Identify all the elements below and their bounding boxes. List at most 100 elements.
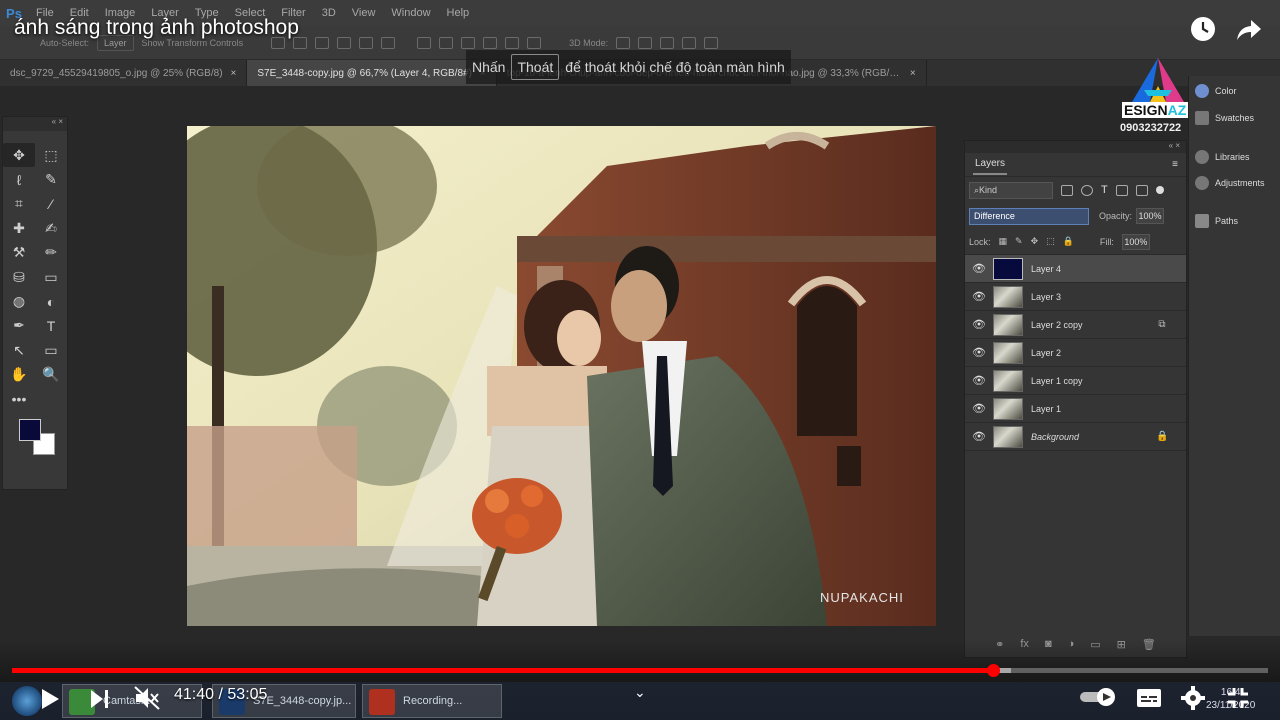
clone-stamp-icon[interactable]: ⚒ [3, 241, 35, 265]
hand-tool-icon[interactable]: ✋ [3, 363, 35, 387]
video-title[interactable]: ánh sáng trong ảnh photoshop [14, 16, 299, 40]
menu-window[interactable]: Window [383, 7, 438, 19]
panel-menu-icon[interactable]: ≡ [1172, 159, 1178, 170]
layer-row[interactable]: 👁 Layer 1 copy [965, 367, 1186, 395]
dodge-tool-icon[interactable]: ◐ [35, 289, 67, 313]
distribute-right-icon[interactable] [527, 36, 542, 49]
visibility-eye-icon[interactable]: 👁 [965, 346, 993, 359]
captions-icon[interactable] [1136, 688, 1162, 708]
next-icon[interactable] [90, 689, 110, 709]
progress-bar[interactable] [12, 664, 1268, 677]
side-item-adjustments[interactable]: Adjustments [1189, 172, 1280, 194]
distribute-center-icon[interactable] [505, 36, 520, 49]
more-tools-icon[interactable]: ••• [3, 387, 35, 411]
crop-tool-icon[interactable]: ⌗ [3, 192, 35, 216]
mute-icon[interactable] [134, 686, 160, 710]
move-tool-icon[interactable]: ✥ [3, 143, 35, 168]
3d-slide-icon[interactable] [682, 36, 697, 49]
eraser-tool-icon[interactable]: ⛁ [3, 265, 35, 289]
blend-mode-dropdown[interactable]: Difference [969, 207, 1089, 225]
tab-document-2[interactable]: S7E_3448-copy.jpg @ 66,7% (Layer 4, RGB/… [247, 60, 497, 86]
tab-layers[interactable]: Layers [973, 154, 1008, 175]
exit-fullscreen-button[interactable]: Thoát [511, 54, 560, 80]
settings-gear-icon[interactable] [1181, 686, 1205, 710]
menu-3d[interactable]: 3D [314, 7, 344, 19]
align-bottom-icon[interactable] [315, 36, 330, 49]
layer-row[interactable]: 👁 Layer 4 [965, 255, 1186, 283]
layer-name[interactable]: Layer 3 [1031, 292, 1156, 302]
layer-name[interactable]: Layer 1 [1031, 404, 1156, 414]
healing-brush-icon[interactable]: ✚ [3, 216, 35, 240]
watch-later-icon[interactable] [1190, 16, 1216, 42]
shape-filter-icon[interactable] [1115, 184, 1128, 196]
smart-object-filter-icon[interactable] [1135, 184, 1148, 196]
chevron-down-icon[interactable]: ⌄ [634, 684, 646, 701]
visibility-eye-icon[interactable]: 👁 [965, 402, 993, 415]
close-icon[interactable]: × [910, 68, 916, 79]
distribute-bottom-icon[interactable] [461, 36, 476, 49]
type-filter-icon[interactable]: T [1101, 184, 1108, 196]
swap-colors-icon[interactable] [35, 387, 67, 411]
fill-input[interactable]: 100% [1121, 233, 1150, 250]
opacity-input[interactable]: 100% [1136, 208, 1165, 224]
lock-all-icon[interactable]: 🔒 [1063, 236, 1074, 247]
layer-name[interactable]: Layer 2 copy [1031, 320, 1156, 330]
path-select-icon[interactable]: ↖ [3, 338, 35, 362]
visibility-eye-icon[interactable]: 👁 [965, 262, 993, 275]
distribute-top-icon[interactable] [417, 36, 432, 49]
3d-rotate-icon[interactable] [616, 36, 631, 49]
3d-scale-icon[interactable] [704, 36, 719, 49]
history-brush-icon[interactable]: ✏ [35, 241, 67, 265]
close-icon[interactable]: × [231, 68, 237, 79]
pixel-filter-icon[interactable] [1061, 184, 1073, 196]
blur-tool-icon[interactable]: ◍ [3, 289, 35, 313]
align-left-icon[interactable] [337, 36, 352, 49]
lock-transparent-icon[interactable]: ▦ [999, 236, 1008, 247]
foreground-color-swatch[interactable] [19, 419, 41, 441]
side-item-paths[interactable]: Paths [1189, 210, 1280, 232]
toolbox-header[interactable]: « × [3, 117, 67, 131]
layer-name[interactable]: Layer 2 [1031, 348, 1156, 358]
gradient-tool-icon[interactable]: ▭ [35, 265, 67, 289]
3d-roll-icon[interactable] [638, 36, 653, 49]
share-icon[interactable] [1236, 18, 1262, 42]
align-right-icon[interactable] [381, 36, 396, 49]
layers-panel-header[interactable]: « × [965, 141, 1186, 153]
rectangle-tool-icon[interactable]: ▭ [35, 338, 67, 362]
distribute-left-icon[interactable] [483, 36, 498, 49]
lasso-tool-icon[interactable]: ℓ [3, 167, 35, 191]
layer-row[interactable]: 👁 Layer 2 [965, 339, 1186, 367]
quick-select-tool-icon[interactable]: ✎ [35, 167, 67, 191]
adjustment-filter-icon[interactable] [1081, 184, 1093, 196]
side-item-libraries[interactable]: Libraries [1189, 146, 1280, 168]
play-icon[interactable] [40, 688, 60, 710]
type-tool-icon[interactable]: T [35, 314, 67, 338]
layer-name[interactable]: Layer 4 [1031, 264, 1156, 274]
exit-fullscreen-icon[interactable] [1226, 686, 1250, 710]
brush-tool-icon[interactable]: ✍ [35, 216, 67, 240]
visibility-eye-icon[interactable]: 👁 [965, 290, 993, 303]
pen-tool-icon[interactable]: ✒ [3, 314, 35, 338]
lock-artboard-icon[interactable]: ⬚ [1046, 236, 1055, 247]
layer-name[interactable]: Background [1031, 432, 1156, 442]
layer-row[interactable]: 👁 Background 🔒 [965, 423, 1186, 451]
menu-help[interactable]: Help [439, 7, 478, 19]
visibility-eye-icon[interactable]: 👁 [965, 374, 993, 387]
visibility-eye-icon[interactable]: 👁 [965, 430, 993, 443]
layer-name[interactable]: Layer 1 copy [1031, 376, 1156, 386]
3d-pan-icon[interactable] [660, 36, 675, 49]
layer-row[interactable]: 👁 Layer 1 [965, 395, 1186, 423]
autoplay-toggle-icon[interactable] [1080, 688, 1118, 706]
side-item-swatches[interactable]: Swatches [1189, 107, 1280, 129]
layer-row[interactable]: 👁 Layer 3 [965, 283, 1186, 311]
side-item-color[interactable]: Color [1189, 80, 1280, 102]
kind-filter-dropdown[interactable]: ⌕ Kind [969, 181, 1053, 199]
menu-view[interactable]: View [344, 7, 384, 19]
progress-scrubber[interactable] [986, 664, 1000, 677]
marquee-tool-icon[interactable]: ⬚ [35, 143, 67, 167]
canvas-image[interactable] [187, 126, 936, 626]
distribute-middle-icon[interactable] [439, 36, 454, 49]
layer-row[interactable]: 👁 Layer 2 copy ⧉ [965, 311, 1186, 339]
lock-image-icon[interactable]: ✎ [1015, 236, 1023, 247]
tab-document-1[interactable]: dsc_9729_45529419805_o.jpg @ 25% (RGB/8)… [0, 60, 248, 86]
